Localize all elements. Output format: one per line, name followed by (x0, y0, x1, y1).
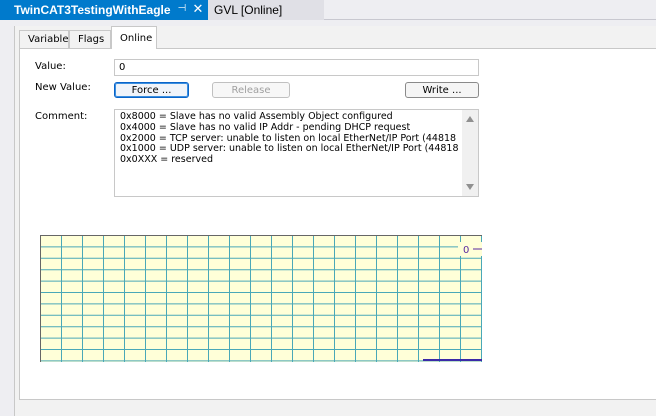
comment-label: Comment: (35, 111, 88, 122)
doc-tab-title: TwinCAT3TestingWithEagle (14, 3, 171, 17)
scroll-down-icon[interactable] (466, 184, 474, 190)
bottom-strip (19, 400, 656, 416)
release-button[interactable]: Release (212, 82, 290, 98)
editor-panel: Variable Flags Online Value: 0 New Value… (14, 26, 656, 416)
online-tab-content: Value: 0 New Value: Force ... Release Wr… (19, 48, 656, 400)
document-tab-bar: TwinCAT3TestingWithEagle ⊣ ✕ GVL [Online… (0, 0, 656, 20)
comment-textbox[interactable]: 0x8000 = Slave has no valid Assembly Obj… (114, 109, 479, 197)
value-field: 0 (114, 59, 479, 76)
write-button[interactable]: Write ... (405, 82, 479, 98)
value-label: Value: (35, 61, 66, 72)
doc-tab-title: GVL [Online] (214, 3, 283, 17)
comment-scrollbar[interactable] (462, 110, 478, 196)
scroll-up-icon[interactable] (466, 116, 474, 122)
comment-text: 0x8000 = Slave has no valid Assembly Obj… (120, 111, 459, 166)
tab-variable[interactable]: Variable (19, 30, 69, 48)
tab-flags[interactable]: Flags (69, 30, 111, 48)
tab-online[interactable]: Online (111, 26, 157, 49)
pin-icon[interactable]: ⊣ (176, 3, 188, 15)
graph-value-label: 0 (463, 245, 469, 256)
close-icon[interactable]: ✕ (192, 2, 204, 16)
value-trend-graph: 0 (40, 235, 482, 362)
doc-tab-twincat-project[interactable]: TwinCAT3TestingWithEagle ⊣ ✕ (0, 0, 208, 20)
graph-background (40, 235, 482, 362)
new-value-label: New Value: (35, 82, 91, 93)
doc-tab-gvl-online[interactable]: GVL [Online] (208, 0, 324, 20)
force-button[interactable]: Force ... (114, 82, 189, 98)
